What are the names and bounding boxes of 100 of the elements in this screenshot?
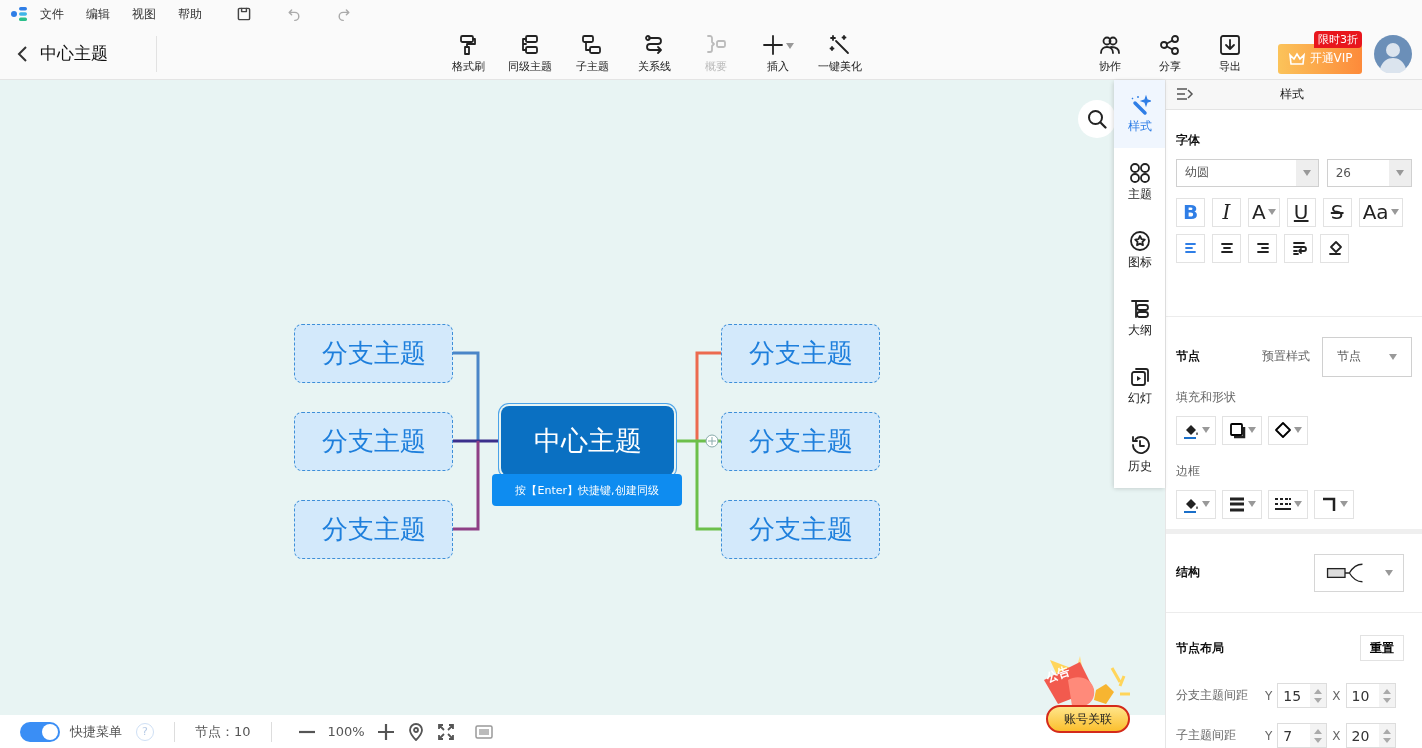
font-select[interactable]: 幼圆 bbox=[1176, 158, 1319, 187]
eraser-icon bbox=[1326, 240, 1343, 257]
format-button[interactable]: I bbox=[1212, 197, 1241, 227]
caret-icon bbox=[1248, 427, 1256, 434]
caret-icon bbox=[1389, 353, 1397, 360]
collapse-panel-icon[interactable] bbox=[1176, 87, 1194, 102]
menu-item[interactable]: 帮助 bbox=[178, 5, 202, 23]
style-button[interactable] bbox=[1176, 415, 1216, 445]
format-button[interactable]: U bbox=[1286, 197, 1316, 227]
side-tab[interactable]: 幻灯 bbox=[1114, 352, 1165, 420]
preset-select[interactable]: 节点 bbox=[1322, 336, 1412, 377]
child-topic-icon bbox=[581, 33, 603, 56]
number-field[interactable]: 20 bbox=[1345, 723, 1396, 748]
reset-button[interactable]: 重置 bbox=[1360, 635, 1404, 661]
side-tab[interactable]: 历史 bbox=[1114, 420, 1165, 488]
format-button[interactable]: B bbox=[1176, 197, 1205, 227]
zoom-level: 100% bbox=[327, 724, 365, 739]
sibling-topic-icon bbox=[519, 33, 541, 56]
toolbar-button[interactable]: 插入 bbox=[747, 33, 809, 74]
search-icon bbox=[1087, 109, 1107, 129]
save-icon[interactable] bbox=[236, 6, 252, 22]
promo-label: 公告 bbox=[1043, 662, 1073, 687]
style-button[interactable] bbox=[1268, 489, 1308, 519]
fullscreen-icon[interactable] bbox=[436, 722, 455, 741]
paint-roller-icon bbox=[457, 33, 479, 56]
axis-label: Y bbox=[1265, 728, 1273, 743]
format-button[interactable]: S bbox=[1322, 197, 1352, 227]
toolbar-button[interactable]: 格式刷 bbox=[437, 33, 499, 74]
summary-bracket-icon bbox=[705, 33, 727, 56]
menu-item[interactable]: 视图 bbox=[132, 5, 156, 23]
quick-menu-label: 快捷菜单 bbox=[70, 722, 122, 741]
format-button[interactable]: A bbox=[1248, 197, 1280, 227]
stepper-icon bbox=[1314, 687, 1323, 704]
stepper-icon bbox=[1382, 687, 1391, 704]
caret-icon bbox=[1385, 569, 1393, 576]
side-tab[interactable]: 样式 bbox=[1114, 80, 1165, 148]
text-wrap-icon bbox=[1290, 240, 1307, 257]
caret-icon bbox=[1340, 501, 1348, 508]
caret-icon bbox=[1202, 427, 1210, 434]
format-button[interactable] bbox=[1248, 233, 1277, 263]
account-link-button[interactable]: 账号关联 bbox=[1046, 705, 1130, 733]
caret-icon bbox=[1202, 501, 1210, 508]
stepper-icon bbox=[1382, 727, 1391, 744]
toolbar-button[interactable]: 分享 bbox=[1140, 33, 1200, 74]
structure-select[interactable] bbox=[1314, 553, 1404, 592]
toolbar-button[interactable]: 关系线 bbox=[623, 33, 685, 74]
axis-label: Y bbox=[1265, 688, 1273, 703]
caret-icon bbox=[1390, 209, 1399, 216]
format-button[interactable] bbox=[1212, 233, 1241, 263]
number-field[interactable]: 15 bbox=[1277, 683, 1328, 708]
shadow-square-icon bbox=[1228, 421, 1246, 440]
side-tab[interactable]: 主题 bbox=[1114, 148, 1165, 216]
axis-label: X bbox=[1332, 728, 1341, 743]
style-button[interactable] bbox=[1176, 489, 1216, 519]
discount-badge: 限时3折 bbox=[1314, 30, 1362, 48]
node-count: 节点：10 bbox=[195, 722, 251, 741]
user-avatar[interactable] bbox=[1374, 34, 1412, 73]
crown-icon bbox=[1287, 51, 1306, 66]
toolbar-button[interactable]: 协作 bbox=[1080, 33, 1140, 74]
style-button[interactable] bbox=[1314, 489, 1354, 519]
style-button[interactable] bbox=[1222, 415, 1262, 445]
line-weight-icon bbox=[1228, 495, 1246, 514]
side-tab[interactable]: 图标 bbox=[1114, 216, 1165, 284]
corner-line-icon bbox=[1320, 495, 1338, 514]
panel-title: 样式 bbox=[1280, 85, 1304, 103]
share-icon bbox=[1159, 33, 1181, 56]
back-icon[interactable] bbox=[16, 44, 30, 63]
zoom-in-icon[interactable] bbox=[376, 722, 395, 741]
central-topic[interactable]: 中心主题 bbox=[501, 406, 674, 476]
preset-label: 预置样式 bbox=[1262, 348, 1310, 366]
menu-item[interactable]: 文件 bbox=[40, 5, 64, 23]
field-label: 子主题间距 bbox=[1176, 727, 1237, 744]
style-button[interactable] bbox=[1222, 489, 1262, 519]
shortcut-tooltip: 按【Enter】快捷键,创建同级 bbox=[492, 474, 682, 506]
location-pin-icon[interactable] bbox=[406, 722, 425, 741]
plus-icon bbox=[762, 33, 784, 56]
caret-icon bbox=[1248, 501, 1256, 508]
toolbar-button[interactable]: 同级主题 bbox=[499, 33, 561, 74]
four-circles-icon bbox=[1128, 161, 1151, 184]
format-button[interactable] bbox=[1320, 233, 1349, 263]
caret-icon bbox=[786, 43, 794, 49]
side-tab[interactable]: 大纲 bbox=[1114, 284, 1165, 352]
toolbar-button[interactable]: 子主题 bbox=[561, 33, 623, 74]
menu-item[interactable]: 编辑 bbox=[86, 5, 110, 23]
toolbar-button[interactable]: 导出 bbox=[1200, 33, 1260, 74]
caret-icon bbox=[1396, 169, 1404, 176]
style-button[interactable] bbox=[1268, 415, 1308, 445]
format-button[interactable]: Aa bbox=[1358, 197, 1403, 227]
relation-line-icon bbox=[643, 33, 665, 56]
quick-menu-toggle[interactable] bbox=[20, 721, 60, 742]
star-circle-icon bbox=[1128, 229, 1151, 252]
stepper-icon bbox=[1314, 727, 1323, 744]
number-field[interactable]: 7 bbox=[1277, 723, 1328, 748]
caret-icon bbox=[1267, 209, 1276, 216]
size-select[interactable]: 26 bbox=[1326, 158, 1412, 187]
toolbar-button[interactable]: 一键美化 bbox=[809, 33, 871, 74]
app-logo bbox=[10, 5, 28, 23]
search-button[interactable] bbox=[1078, 100, 1116, 138]
format-button[interactable] bbox=[1284, 233, 1313, 263]
number-field[interactable]: 10 bbox=[1345, 683, 1396, 708]
